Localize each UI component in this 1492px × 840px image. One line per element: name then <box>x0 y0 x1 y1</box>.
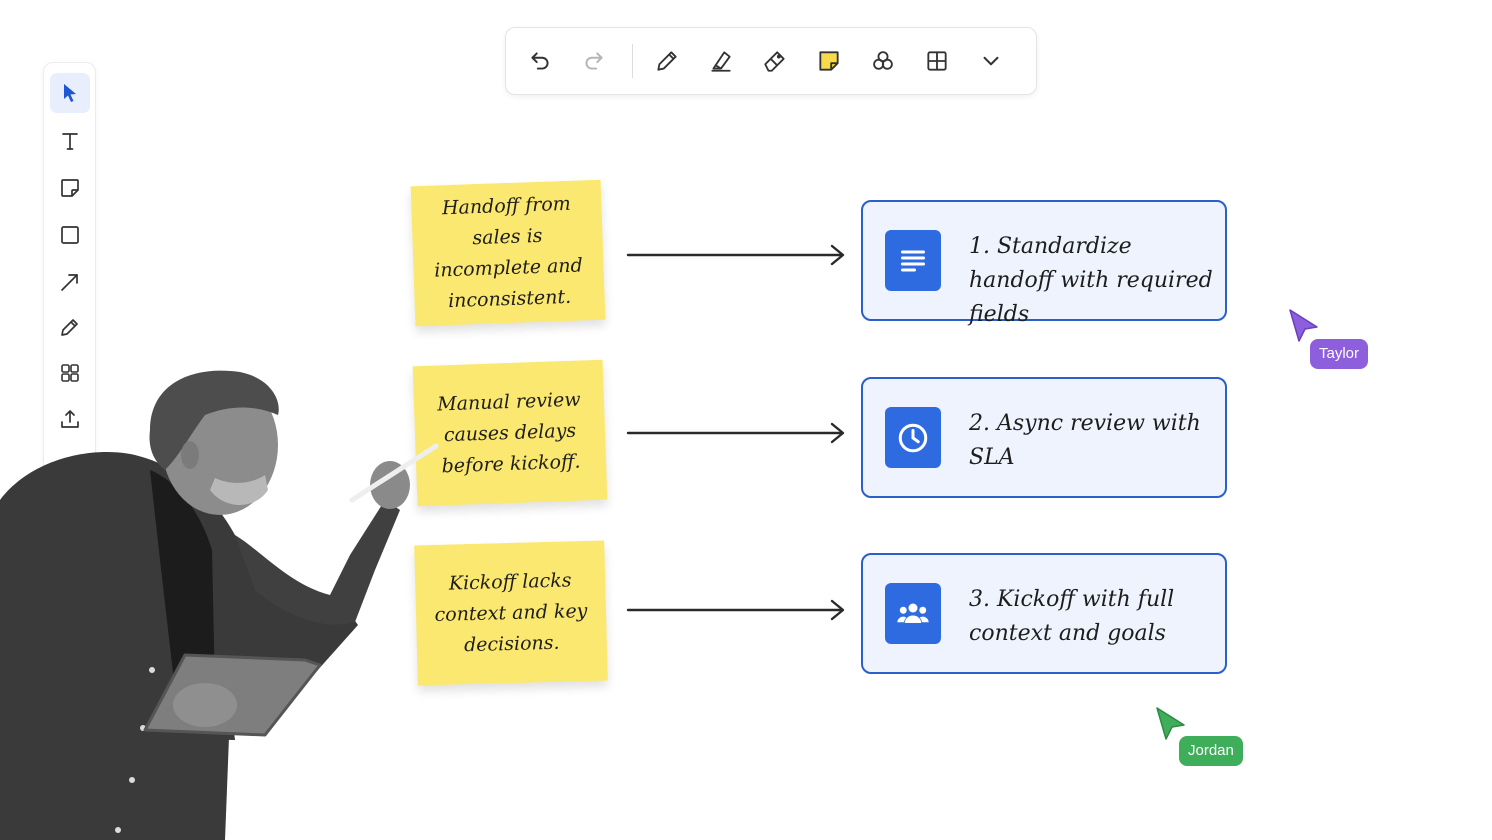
document-icon <box>901 250 925 271</box>
sticky-note-button[interactable] <box>809 41 849 81</box>
arrow-icon <box>61 274 78 291</box>
clock-icon <box>898 423 928 452</box>
cursor-icon <box>64 84 76 102</box>
text-tool[interactable] <box>50 121 90 161</box>
pencil-icon <box>61 319 78 336</box>
undo-button[interactable] <box>520 41 560 81</box>
rectangle-tool[interactable] <box>50 215 90 255</box>
highlighter-icon <box>711 51 731 72</box>
collaborator-name-tag: Jordan <box>1179 736 1243 766</box>
sticky-text: Kickoff lacks context and key decisions. <box>434 568 588 656</box>
card-text: 2. Async review with SLA <box>969 411 1201 470</box>
presenter-photo <box>0 370 439 840</box>
eraser-icon <box>764 51 785 72</box>
problem-sticky-note[interactable]: Handoff from sales is incomplete and inc… <box>410 179 606 327</box>
highlighter-button[interactable] <box>701 41 741 81</box>
solution-card[interactable]: 2. Async review with SLA <box>861 377 1227 498</box>
rectangle-icon <box>61 226 79 244</box>
arrow-tool[interactable] <box>50 262 90 302</box>
problem-sticky-note[interactable]: Kickoff lacks context and key decisions. <box>414 540 608 686</box>
eraser-button[interactable] <box>755 41 795 81</box>
card-icon-tile <box>885 230 941 291</box>
connector-arrow[interactable] <box>626 599 845 621</box>
sticky-tool[interactable] <box>50 168 90 208</box>
select-tool[interactable] <box>50 73 90 113</box>
undo-icon <box>531 52 549 70</box>
sticky-note-icon <box>819 51 839 71</box>
shapes-icon <box>873 51 893 70</box>
collaborator-name-tag: Taylor <box>1310 339 1369 369</box>
card-text: 1. Standardize handoff with required fie… <box>969 234 1213 327</box>
connector-arrow[interactable] <box>626 422 845 444</box>
pen-button[interactable] <box>647 41 687 81</box>
chevron-down-icon <box>983 56 999 66</box>
problem-sticky-note[interactable]: Manual review causes delays before kicko… <box>412 359 608 507</box>
redo-button[interactable] <box>574 41 614 81</box>
toolbar-divider <box>632 44 633 78</box>
table-icon <box>927 51 947 71</box>
card-text: 3. Kickoff with full context and goals <box>969 587 1175 646</box>
sticky-note-icon <box>61 179 79 197</box>
connector-arrow[interactable] <box>626 244 845 266</box>
pen-icon <box>657 51 677 71</box>
top-toolbar <box>505 27 1037 95</box>
pen-tool[interactable] <box>50 307 90 347</box>
more-tools-button[interactable] <box>971 41 1011 81</box>
card-icon-tile <box>885 407 941 468</box>
redo-icon <box>585 52 603 70</box>
team-icon <box>897 603 929 623</box>
solution-card[interactable]: 3. Kickoff with full context and goals <box>861 553 1227 674</box>
sticky-text: Manual review causes delays before kicko… <box>436 388 581 477</box>
solution-card[interactable]: 1. Standardize handoff with required fie… <box>861 200 1227 327</box>
table-button[interactable] <box>917 41 957 81</box>
card-icon-tile <box>885 583 941 644</box>
sticky-text: Handoff from sales is incomplete and inc… <box>433 192 584 313</box>
shapes-button[interactable] <box>863 41 903 81</box>
text-icon <box>62 133 78 150</box>
